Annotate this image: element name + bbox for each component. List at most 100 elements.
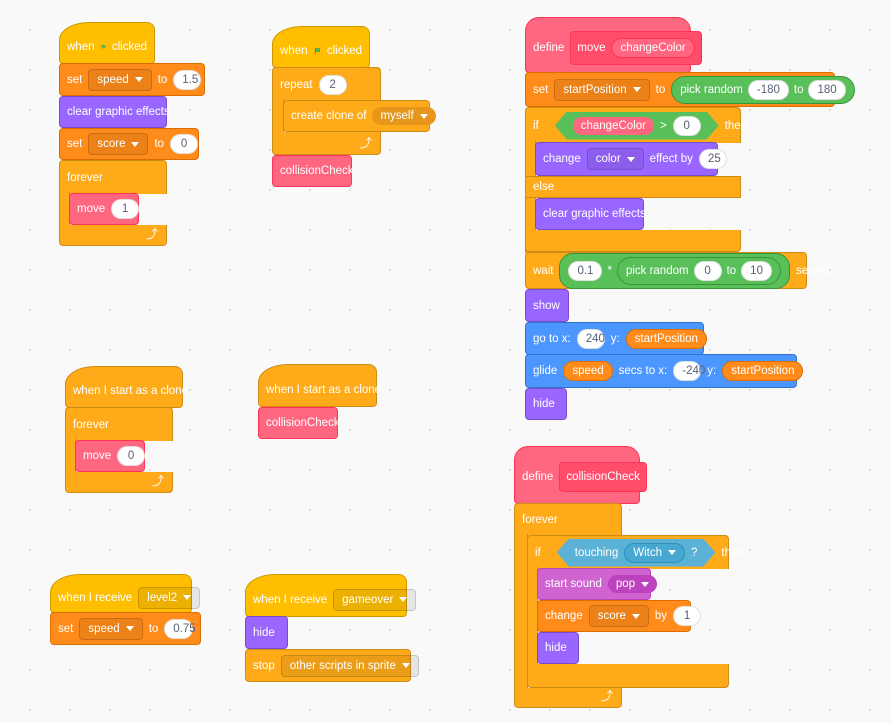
set-variable-block[interactable]: set speed to 1.5 [59, 63, 205, 96]
greater-than-operator[interactable]: changeColor > 0 [555, 112, 719, 140]
chevron-down-icon [626, 156, 635, 162]
variable-reporter[interactable]: startPosition [625, 328, 707, 349]
when-i-receive-hat[interactable]: when I receive gameover [245, 574, 417, 617]
value-input[interactable]: 10 [741, 260, 772, 281]
else-section: else [525, 176, 741, 198]
pick-random-reporter[interactable]: pick random 0 to 10 [616, 256, 781, 285]
argument-reporter[interactable]: changeColor [611, 38, 695, 58]
value-input[interactable]: -240 [673, 361, 705, 381]
variable-dropdown[interactable]: speed [88, 68, 152, 91]
value-input[interactable]: -180 [747, 79, 789, 100]
variable-dropdown[interactable]: score [88, 133, 149, 155]
repeat-block[interactable]: repeat 2 [272, 67, 381, 101]
value-input[interactable]: 1 [673, 606, 702, 626]
collision-check-call-block[interactable]: collisionCheck [258, 407, 340, 439]
hide-block[interactable]: hide [245, 616, 288, 649]
block-label: then [721, 546, 744, 559]
set-variable-block[interactable]: set score to 0 [59, 128, 199, 160]
when-start-as-clone-hat[interactable]: when I start as a clone [258, 364, 381, 407]
hat-label: when I receive [253, 593, 328, 606]
message-dropdown[interactable]: level2 [138, 586, 201, 609]
stop-option-dropdown[interactable]: other scripts in sprite [280, 654, 419, 677]
value-input[interactable]: 240 [576, 328, 605, 349]
touching-sensing-block[interactable]: touching Witch ? [557, 539, 716, 567]
move-call-block[interactable]: move 1 [69, 193, 140, 225]
else-label: else [533, 181, 555, 193]
value-input[interactable]: 0.75 [164, 618, 196, 639]
clear-graphic-effects-block[interactable]: clear graphic effects [535, 198, 646, 230]
set-variable-block[interactable]: set startPosition to pick random -180 to 1… [525, 72, 855, 107]
value-input[interactable]: 1.5 [173, 69, 202, 90]
value-input[interactable]: 1 [111, 199, 140, 219]
value-input[interactable]: 0 [693, 260, 722, 281]
when-start-as-clone-hat[interactable]: when I start as a clone [65, 366, 188, 408]
create-clone-block[interactable]: create clone of myself [283, 100, 436, 132]
chevron-down-icon [401, 663, 410, 668]
block-label: y: [610, 332, 620, 345]
hat-label: when [67, 41, 95, 53]
move-call-block[interactable]: move 0 [75, 440, 146, 472]
block-label: clear graphic effects [543, 208, 646, 220]
define-block[interactable]: define move changeColor [525, 17, 702, 73]
custom-block-prototype[interactable]: collisionCheck [559, 462, 647, 492]
hide-block[interactable]: hide [537, 632, 579, 664]
value-input[interactable]: 180 [808, 79, 846, 100]
value-input[interactable]: 0.1 [568, 260, 603, 281]
block-label: move [77, 203, 106, 215]
clone-target-dropdown[interactable]: myself [372, 107, 436, 125]
value-input[interactable]: 0 [170, 134, 199, 154]
block-label: to [655, 83, 666, 96]
touching-target-dropdown[interactable]: Witch [624, 543, 685, 563]
block-label: hide [253, 626, 275, 639]
if-else-block[interactable]: if changeColor > 0 then [525, 107, 747, 143]
dropdown-value: speed [97, 73, 129, 86]
block-label: secs to x: [618, 365, 668, 377]
variable-reporter[interactable]: startPosition [722, 361, 804, 381]
multiply-operator[interactable]: 0.1 * pick random 0 to 10 [559, 252, 790, 289]
stop-block[interactable]: stop other scripts in sprite [245, 649, 419, 682]
value-input[interactable]: 0 [673, 116, 701, 136]
block-label: show [533, 299, 560, 312]
when-flag-clicked-hat[interactable]: when clicked [272, 26, 370, 68]
block-label: effect by [649, 153, 693, 165]
value-input[interactable]: 0 [117, 446, 146, 466]
show-block[interactable]: show [525, 289, 569, 322]
pick-random-reporter[interactable]: pick random -180 to 180 [671, 75, 855, 104]
wait-block[interactable]: wait 0.1 * pick random 0 to 10 seconds [525, 252, 839, 289]
green-flag-icon [101, 44, 105, 50]
hide-block[interactable]: hide [525, 388, 567, 420]
chevron-down-icon [419, 113, 428, 119]
when-i-receive-hat[interactable]: when I receive level2 [50, 574, 201, 613]
start-sound-block[interactable]: start sound pop [537, 568, 658, 600]
glide-block[interactable]: glide speed secs to x: -240 y: startPosit… [525, 354, 804, 388]
value-input[interactable]: 2 [318, 74, 347, 95]
message-dropdown[interactable]: gameover [333, 588, 417, 611]
variable-dropdown[interactable]: speed [79, 617, 143, 640]
effect-dropdown[interactable]: color [586, 148, 644, 170]
variable-dropdown[interactable]: score [588, 605, 649, 627]
if-block[interactable]: if touching Witch ? then [527, 535, 744, 569]
block-label: collisionCheck [266, 417, 340, 429]
block-label: by [654, 610, 668, 622]
block-label: set [67, 138, 83, 150]
forever-block[interactable]: forever [59, 160, 167, 194]
value-input[interactable]: 25 [698, 149, 727, 169]
collision-check-call-block[interactable]: collisionCheck [272, 155, 354, 187]
define-block[interactable]: define collisionCheck [514, 446, 647, 504]
set-variable-block[interactable]: set speed to 0.75 [50, 612, 201, 645]
change-variable-block[interactable]: change score by 1 [537, 600, 702, 632]
change-effect-block[interactable]: change color effect by 25 [535, 142, 727, 176]
variable-reporter[interactable]: speed [563, 361, 613, 381]
variable-dropdown[interactable]: startPosition [554, 78, 650, 101]
custom-block-prototype[interactable]: move changeColor [570, 31, 702, 65]
forever-block[interactable]: forever [65, 407, 173, 441]
block-label: move [83, 450, 112, 462]
forever-block[interactable]: forever [514, 503, 622, 536]
clear-graphic-effects-block[interactable]: clear graphic effects [59, 96, 170, 128]
sound-dropdown[interactable]: pop [607, 575, 658, 593]
go-to-xy-block[interactable]: go to x: 240 y: startPosition [525, 322, 707, 355]
block-label: to [726, 264, 737, 277]
operator-label: * [607, 264, 612, 277]
when-flag-clicked-hat[interactable]: when clicked [59, 22, 155, 64]
argument-reporter[interactable]: changeColor [573, 117, 654, 135]
